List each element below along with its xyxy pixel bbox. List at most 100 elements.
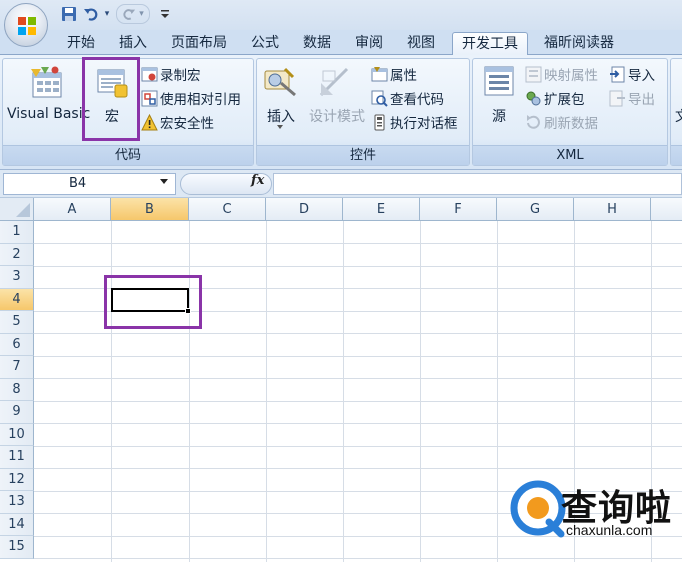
view-code-label: 查看代码 <box>390 92 444 108</box>
tab-formulas[interactable]: 公式 <box>242 32 288 55</box>
grid-line <box>34 265 682 267</box>
tab-home[interactable]: 开始 <box>58 32 104 55</box>
design-mode-icon <box>317 65 353 99</box>
controls-group-label: 控件 <box>257 145 469 165</box>
relative-reference-icon <box>141 90 158 106</box>
xml-group-label: XML <box>473 145 667 165</box>
export-icon <box>609 90 625 106</box>
import-label: 导入 <box>628 68 655 84</box>
insert-controls-icon[interactable] <box>263 65 299 99</box>
map-properties-icon <box>525 66 542 82</box>
grid-line <box>34 400 682 402</box>
column-header-d[interactable]: D <box>266 198 343 221</box>
row-header[interactable]: 3 <box>0 266 34 289</box>
refresh-data-button: 刷新数据 <box>525 112 598 132</box>
column-header-c[interactable]: C <box>189 198 266 221</box>
row-header[interactable]: 8 <box>0 378 34 401</box>
relative-reference-button[interactable]: 使用相对引用 <box>141 88 241 108</box>
customize-qat-icon[interactable] <box>158 4 172 24</box>
column-header-h[interactable]: H <box>574 198 651 221</box>
macro-highlight-box <box>82 57 140 141</box>
name-box[interactable]: B4 <box>3 173 176 195</box>
row-header[interactable]: 1 <box>0 221 34 244</box>
tab-developer[interactable]: 开发工具 <box>452 32 528 56</box>
properties-button[interactable]: 属性 <box>371 64 417 84</box>
undo-icon[interactable] <box>82 4 100 24</box>
column-header-g[interactable]: G <box>497 198 574 221</box>
grid-line <box>111 221 112 562</box>
column-header-e[interactable]: E <box>343 198 420 221</box>
run-dialog-label: 执行对话框 <box>390 116 458 132</box>
macro-security-label: 宏安全性 <box>160 116 214 132</box>
source-icon[interactable] <box>481 65 517 99</box>
tab-view[interactable]: 视图 <box>398 32 444 55</box>
column-header-f[interactable]: F <box>420 198 497 221</box>
export-button: 导出 <box>609 88 655 108</box>
refresh-data-icon <box>527 114 540 129</box>
office-button[interactable] <box>4 3 48 47</box>
visual-basic-icon[interactable] <box>27 65 67 101</box>
insert-controls-label[interactable]: 插入 <box>263 106 299 126</box>
row-header[interactable]: 10 <box>0 423 34 446</box>
column-header-a[interactable]: A <box>34 198 111 221</box>
run-dialog-button[interactable]: 执行对话框 <box>371 112 458 132</box>
tab-foxit-reader[interactable]: 福昕阅读器 <box>534 32 624 55</box>
document-group-partial: 文 <box>670 58 682 166</box>
macro-security-button[interactable]: 宏安全性 <box>141 112 214 132</box>
tab-data[interactable]: 数据 <box>294 32 340 55</box>
row-header[interactable]: 15 <box>0 536 34 559</box>
row-header[interactable]: 5 <box>0 311 34 334</box>
formula-input[interactable] <box>273 173 682 195</box>
insert-function-icon[interactable]: fx <box>251 173 264 188</box>
grid-line <box>34 355 682 357</box>
select-all-corner[interactable] <box>0 198 34 221</box>
import-button[interactable]: 导入 <box>609 64 655 84</box>
undo-dropdown-icon[interactable]: ▾ <box>102 4 112 24</box>
row-header[interactable]: 13 <box>0 491 34 514</box>
view-code-button[interactable]: 查看代码 <box>371 88 444 108</box>
grid-line <box>34 423 682 424</box>
row-header[interactable]: 9 <box>0 401 34 424</box>
import-icon <box>610 66 625 82</box>
grid-line <box>34 333 682 334</box>
row-header[interactable]: 11 <box>0 446 34 469</box>
watermark-url: chaxunla.com <box>566 522 653 538</box>
controls-group: 插入 设计模式 属性 查看代码 执行对话框 控件 <box>256 58 470 166</box>
name-box-dropdown-icon[interactable] <box>160 179 168 184</box>
tab-page-layout[interactable]: 页面布局 <box>162 32 236 55</box>
refresh-data-label: 刷新数据 <box>544 116 598 132</box>
document-partial-label[interactable]: 文 <box>675 106 682 126</box>
row-header[interactable]: 4 <box>0 288 34 311</box>
redo-button[interactable]: ▾ <box>116 4 150 24</box>
document-group-label <box>671 145 682 165</box>
column-header-b[interactable]: B <box>111 198 189 221</box>
grid-line <box>343 221 344 562</box>
row-header[interactable]: 14 <box>0 513 34 536</box>
insert-dropdown-icon[interactable] <box>277 125 283 129</box>
formula-bar: B4 fx <box>0 170 682 198</box>
map-properties-label: 映射属性 <box>544 68 598 84</box>
grid-line <box>189 221 190 562</box>
column-header-partial[interactable] <box>651 198 682 221</box>
map-properties-button: 映射属性 <box>525 64 598 84</box>
row-header[interactable]: 12 <box>0 468 34 491</box>
row-header[interactable]: 7 <box>0 356 34 379</box>
properties-icon <box>371 66 388 81</box>
tab-review[interactable]: 审阅 <box>346 32 392 55</box>
record-macro-button[interactable]: 录制宏 <box>141 64 201 84</box>
code-group: Visual Basic 宏 录制宏 使用相对引用 宏安全性 代码 <box>2 57 254 166</box>
expansion-packs-button[interactable]: 扩展包 <box>525 88 585 108</box>
source-label[interactable]: 源 <box>481 106 517 126</box>
quick-access-toolbar: ▾ ▾ <box>0 0 682 30</box>
ribbon-tabs: 开始 插入 页面布局 公式 数据 审阅 视图 开发工具 福昕阅读器 <box>0 30 682 56</box>
code-group-label: 代码 <box>3 145 253 165</box>
view-code-icon <box>371 90 388 107</box>
row-header[interactable]: 6 <box>0 333 34 356</box>
office-logo-icon <box>18 17 36 35</box>
save-icon[interactable] <box>60 4 78 24</box>
visual-basic-label[interactable]: Visual Basic <box>7 106 90 122</box>
row-header[interactable]: 2 <box>0 243 34 266</box>
relative-reference-label: 使用相对引用 <box>160 92 241 108</box>
expansion-packs-icon <box>526 91 541 105</box>
tab-insert[interactable]: 插入 <box>110 32 156 55</box>
